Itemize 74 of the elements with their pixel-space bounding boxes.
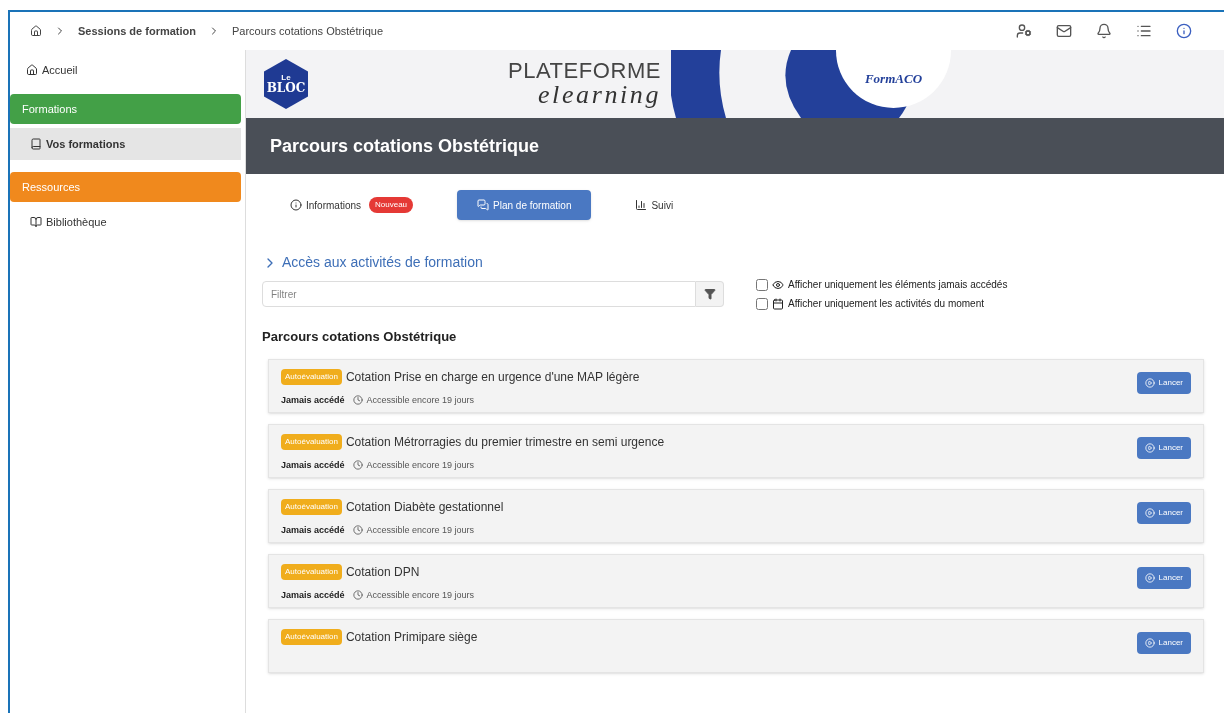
- partner-logo-text: FormACO: [864, 70, 923, 89]
- tab[interactable]: Informations Nouveau: [270, 190, 434, 220]
- eye-icon: [772, 278, 784, 291]
- calendar-icon: [772, 297, 784, 310]
- play-icon: [1144, 442, 1155, 453]
- play-icon: [1144, 507, 1155, 518]
- type-tag: Autoévaluation: [281, 563, 342, 580]
- availability-text: Accessible encore 19 jours: [366, 458, 475, 472]
- type-tag: Autoévaluation: [281, 433, 342, 450]
- availability-text: Accessible encore 19 jours: [366, 523, 475, 537]
- user-settings-icon[interactable]: [1016, 23, 1032, 39]
- filter-button[interactable]: [696, 281, 724, 307]
- sidebar-item-label: Bibliothèque: [46, 214, 107, 230]
- status-text: Jamais accédé: [281, 393, 345, 407]
- checkbox[interactable]: [756, 297, 768, 310]
- clock-icon: [352, 590, 363, 601]
- home-icon[interactable]: [30, 25, 42, 37]
- tab[interactable]: Suivi: [615, 190, 694, 220]
- sidebar-item-label: Vos formations: [46, 136, 126, 152]
- breadcrumb-link[interactable]: Parcours cotations Obstétrique: [232, 22, 383, 40]
- filter-field[interactable]: Filtrer: [262, 281, 696, 307]
- play-icon: [1144, 637, 1155, 648]
- chat-icon: [477, 199, 490, 211]
- home-icon: [26, 64, 38, 76]
- sidebar-link[interactable]: Accueil: [10, 58, 241, 82]
- status-text: Jamais accédé: [281, 588, 345, 602]
- clock-icon: [352, 395, 363, 406]
- info-icon: [290, 199, 302, 211]
- book-icon: [30, 138, 42, 150]
- activity-title: Cotation Métrorragies du premier trimestre en semi urgence: [345, 433, 665, 451]
- info-icon[interactable]: [1176, 23, 1192, 39]
- menu-icon[interactable]: [1136, 23, 1152, 39]
- book-icon: [30, 216, 42, 228]
- section-title: Accès aux activités de formation: [282, 253, 483, 272]
- launch-button[interactable]: Lancer: [1136, 371, 1191, 394]
- sidebar-item[interactable]: Bibliothèque: [10, 206, 241, 238]
- clock-icon: [352, 460, 363, 471]
- clock-icon: [352, 525, 363, 536]
- status-text: Jamais accédé: [281, 458, 345, 472]
- activity-title: Cotation Prise en charge en urgence d'une MAP légère: [345, 368, 640, 386]
- banner-subtitle: elearning: [537, 82, 661, 108]
- logo-text: Le: [281, 74, 291, 82]
- logo-text: BLOC: [266, 82, 306, 94]
- availability-text: Accessible encore 19 jours: [366, 393, 475, 407]
- status-text: Jamais accédé: [281, 523, 345, 537]
- type-tag: Autoévaluation: [281, 628, 342, 645]
- banner-title: PLATEFORME: [508, 60, 661, 82]
- sidebar-section-header[interactable]: Ressources: [10, 172, 241, 202]
- breadcrumb-link[interactable]: Sessions de formation: [78, 22, 196, 40]
- checkbox[interactable]: [756, 278, 768, 291]
- filter-icon: [703, 288, 716, 300]
- activity-title: Cotation DPN: [345, 563, 420, 581]
- new-badge: Nouveau: [369, 197, 414, 213]
- tab[interactable]: Plan de formation: [457, 190, 592, 220]
- checkbox-label: Afficher uniquement les éléments jamais accédés: [788, 278, 1008, 292]
- play-icon: [1144, 377, 1155, 388]
- chart-icon: [635, 199, 648, 211]
- launch-button[interactable]: Lancer: [1136, 436, 1191, 459]
- availability-text: Accessible encore 19 jours: [366, 588, 475, 602]
- checkbox-label: Afficher uniquement les activités du moment: [788, 297, 985, 311]
- list-title: Parcours cotations Obstétrique: [262, 328, 458, 346]
- page-title: Parcours cotations Obstétrique: [270, 134, 540, 158]
- sidebar-item[interactable]: Vos formations: [10, 128, 241, 160]
- type-tag: Autoévaluation: [281, 368, 342, 385]
- launch-button[interactable]: Lancer: [1136, 566, 1191, 589]
- activity-title: Cotation Primipare siège: [345, 628, 478, 646]
- launch-button[interactable]: Lancer: [1136, 501, 1191, 524]
- mail-icon[interactable]: [1056, 23, 1072, 39]
- launch-button[interactable]: Lancer: [1136, 631, 1191, 654]
- activity-title: Cotation Diabète gestationnel: [345, 498, 504, 516]
- sidebar-section-header[interactable]: Formations: [10, 94, 241, 124]
- play-icon: [1144, 572, 1155, 583]
- type-tag: Autoévaluation: [281, 498, 342, 515]
- bell-icon[interactable]: [1096, 23, 1112, 39]
